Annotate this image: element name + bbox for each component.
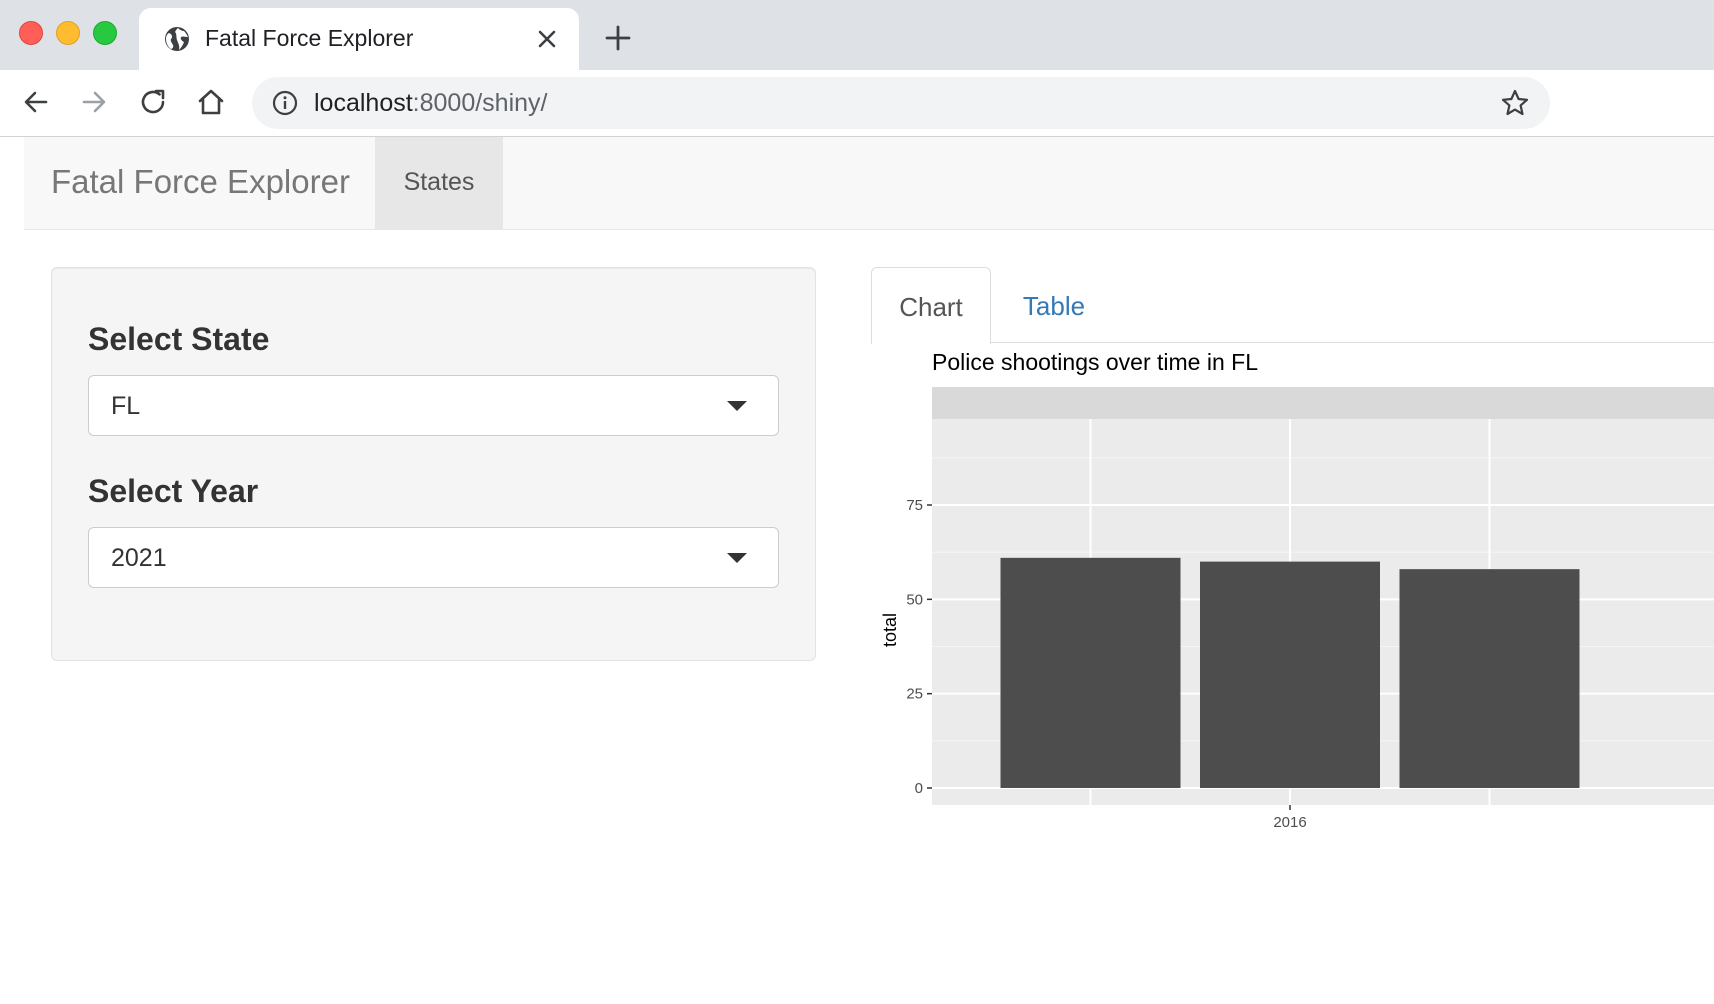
bar-chart: 0 25 50 75 2016 total [880,387,1714,831]
app-brand[interactable]: Fatal Force Explorer [51,163,350,201]
select-state-label: Select State [88,321,270,357]
bookmark-star-icon[interactable] [1500,88,1530,118]
bar [1399,569,1580,788]
close-window-button[interactable] [19,21,43,45]
forward-arrow-icon[interactable] [78,86,110,118]
chevron-down-icon [727,401,747,411]
info-icon[interactable] [272,90,298,116]
browser-tab[interactable]: Fatal Force Explorer [139,8,579,70]
reload-icon[interactable] [137,86,169,118]
new-tab-icon[interactable] [604,24,632,52]
browser-tab-title: Fatal Force Explorer [205,25,414,51]
y-tick-label: 50 [906,591,923,608]
tab-table[interactable]: Table [992,267,1116,343]
url-host: localhost [314,89,413,117]
browser-tab-strip: Fatal Force Explorer [0,0,1714,70]
nav-tab-label: States [403,168,475,196]
globe-icon [165,27,189,51]
sidebar-panel: Select State FL Select Year 2021 [51,267,816,661]
tab-table-label: Table [1022,291,1086,321]
y-tick-label: 25 [906,686,923,703]
nav-tab-states[interactable]: States [375,137,503,229]
x-tick-label: 2016 [1273,814,1306,831]
back-arrow-icon[interactable] [20,86,52,118]
chart-title: Police shootings over time in FL [932,349,1258,375]
y-tick-label: 0 [915,780,923,797]
y-tick-label: 75 [906,497,923,514]
address-bar[interactable]: localhost:8000/shiny/ [252,77,1550,129]
maximize-window-button[interactable] [93,21,117,45]
chevron-down-icon [727,553,747,563]
app-navbar: Fatal Force Explorer States [24,137,1714,230]
home-icon[interactable] [195,86,227,118]
y-axis-title: total [880,613,900,647]
year-select[interactable]: 2021 [88,527,779,588]
close-tab-icon[interactable] [535,27,559,51]
bar [1200,561,1380,788]
url-text[interactable]: localhost:8000/shiny/ [314,89,548,118]
url-path: :8000/shiny/ [412,89,548,117]
year-select-value: 2021 [111,544,167,572]
browser-toolbar: localhost:8000/shiny/ [0,70,1714,137]
select-year-label: Select Year [88,473,259,509]
state-select-value: FL [111,392,141,420]
bar [1000,557,1181,788]
facet-strip [932,387,1714,419]
minimize-window-button[interactable] [56,21,80,45]
state-select[interactable]: FL [88,375,779,436]
tab-chart[interactable]: Chart [871,267,991,344]
tab-chart-label: Chart [899,292,963,322]
